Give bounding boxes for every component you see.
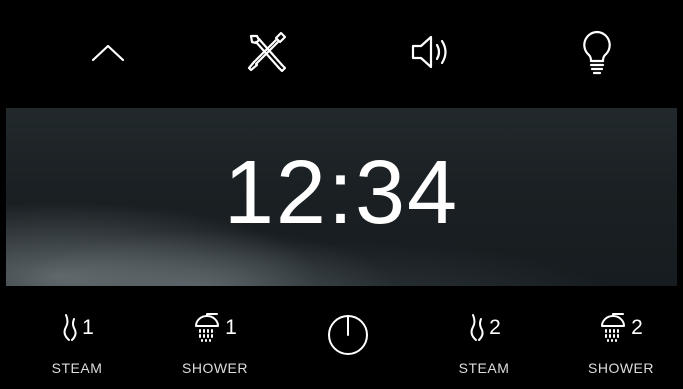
shower-1-button[interactable]: 1 SHOWER: [160, 310, 270, 382]
steam-icon: [470, 314, 484, 341]
shower-2-number: 2: [631, 315, 643, 339]
shower-1-label: SHOWER: [182, 360, 248, 376]
shower-2-button[interactable]: 2 SHOWER: [566, 310, 676, 382]
steam-2-label: STEAM: [458, 360, 510, 376]
volume-icon: [411, 35, 447, 69]
steam-2-button[interactable]: 2 STEAM: [429, 310, 539, 382]
clock-banner: 12:34: [6, 108, 677, 286]
shower-icon: [601, 313, 626, 342]
steam-1-label: STEAM: [51, 360, 103, 376]
light-button[interactable]: [567, 22, 627, 82]
shower-1-number: 1: [225, 315, 237, 339]
light-bulb-icon: [583, 30, 611, 75]
settings-button[interactable]: [236, 22, 296, 82]
steam-icon: [63, 314, 77, 341]
volume-button[interactable]: [400, 22, 460, 82]
tools-icon: [247, 31, 287, 73]
collapse-button[interactable]: [78, 22, 138, 82]
steam-2-number: 2: [489, 315, 501, 339]
clock-time: 12:34: [223, 142, 460, 243]
top-toolbar: [0, 0, 683, 108]
bottom-control-bar: 1 STEAM 1 SHOWER 2 STEAM 2 SHOWER: [0, 286, 683, 389]
power-icon: [328, 315, 368, 355]
chevron-up-icon: [91, 44, 125, 62]
shower-2-label: SHOWER: [588, 360, 654, 376]
shower-icon: [195, 313, 220, 342]
control-panel: 12:34 1 STEAM 1 SHOWER 2 STEAM 2 SHOWER: [0, 0, 683, 389]
steam-1-button[interactable]: 1 STEAM: [22, 310, 132, 382]
steam-1-number: 1: [82, 315, 94, 339]
power-button[interactable]: [322, 308, 374, 360]
